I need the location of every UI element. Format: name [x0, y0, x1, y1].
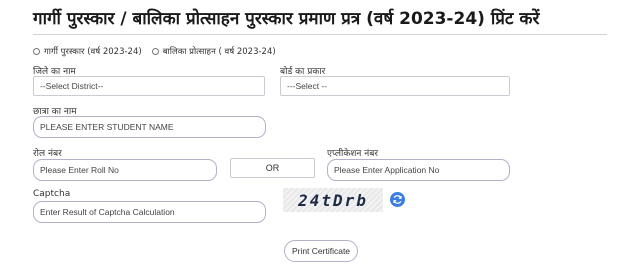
student-name-input[interactable]: PLEASE ENTER STUDENT NAME — [33, 116, 266, 138]
captcha-image: 24tDrb — [283, 188, 383, 212]
captcha-label: Captcha — [33, 189, 71, 199]
certificate-form-card: गार्गी पुरस्कार / बालिका प्रोत्साहन पुरस… — [0, 0, 640, 273]
title-divider — [33, 34, 607, 35]
application-no-input[interactable]: Please Enter Application No — [327, 159, 510, 181]
captcha-input[interactable]: Enter Result of Captcha Calculation — [33, 201, 266, 223]
roll-no-label: रोल नंबर — [33, 149, 62, 159]
application-no-label: एप्लीकेशन नंबर — [327, 149, 379, 159]
radio-balika[interactable]: बालिका प्रोत्साहन ( वर्ष 2023-24) — [151, 46, 276, 57]
radio-gargi-label: गार्गी पुरस्कार (वर्ष 2023-24) — [44, 47, 142, 57]
board-select-value: ---Select -- — [287, 81, 328, 91]
roll-no-placeholder: Please Enter Roll No — [40, 165, 119, 175]
radio-gargi[interactable]: गार्गी पुरस्कार (वर्ष 2023-24) — [33, 46, 142, 57]
scheme-radio-group: गार्गी पुरस्कार (वर्ष 2023-24) बालिका प्… — [33, 46, 286, 57]
print-certificate-button[interactable]: Print Certificate — [284, 240, 358, 262]
captcha-placeholder: Enter Result of Captcha Calculation — [40, 207, 175, 217]
district-select[interactable]: --Select District-- — [33, 76, 265, 96]
district-select-value: --Select District-- — [40, 81, 104, 91]
radio-circle-icon[interactable] — [151, 48, 159, 55]
roll-no-input[interactable]: Please Enter Roll No — [33, 159, 217, 181]
student-name-placeholder: PLEASE ENTER STUDENT NAME — [40, 122, 174, 132]
radio-balika-label: बालिका प्रोत्साहन ( वर्ष 2023-24) — [162, 47, 276, 57]
or-separator: OR — [230, 158, 315, 178]
board-select[interactable]: ---Select -- — [280, 76, 510, 96]
refresh-icon[interactable] — [390, 192, 405, 207]
application-no-placeholder: Please Enter Application No — [334, 165, 440, 175]
page-title: गार्गी पुरस्कार / बालिका प्रोत्साहन पुरस… — [33, 9, 540, 29]
radio-circle-icon[interactable] — [33, 48, 40, 55]
refresh-arrows-icon — [393, 195, 402, 204]
